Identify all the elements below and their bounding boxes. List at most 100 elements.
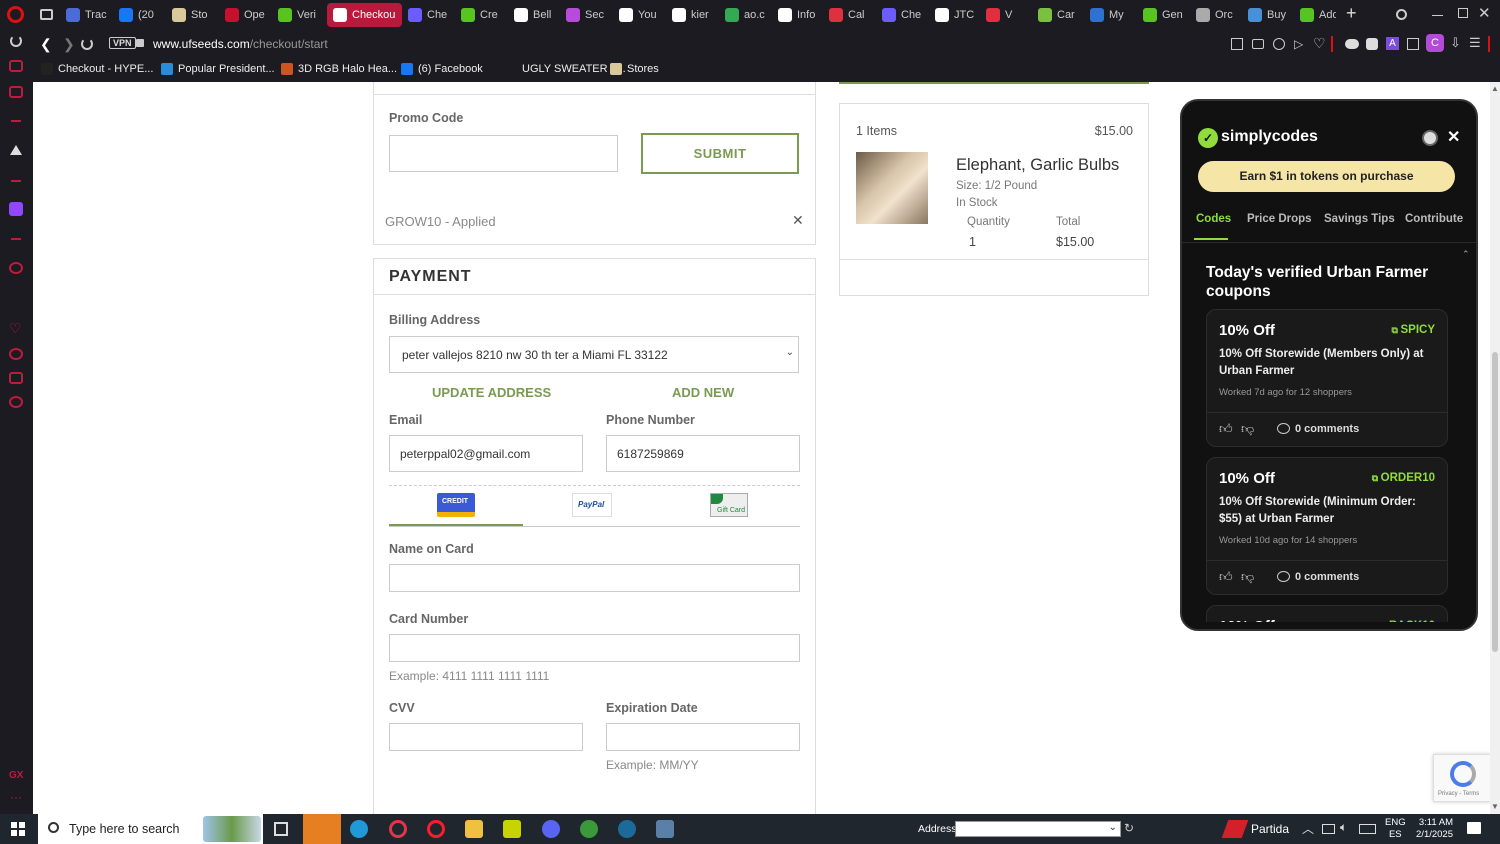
chevron-down-icon[interactable]: ⌄ [1109,822,1117,833]
menu-icon[interactable]: ☰ [1469,35,1481,51]
comment-icon[interactable] [1277,423,1290,434]
browser-tab[interactable]: Cre [461,3,508,27]
send-icon[interactable]: ▷ [1294,37,1303,51]
promo-submit-button[interactable]: SUBMIT [641,133,799,174]
thumbs-down-icon[interactable]: 👎︎ [1241,569,1254,585]
browser-tab[interactable]: Checkou [327,3,402,27]
camera-icon[interactable] [1252,39,1264,49]
reload-icon[interactable] [81,38,93,50]
opera-gx-taskbar-icon[interactable] [389,820,407,838]
coupon-list-scroll-icon[interactable]: ⌃ [1462,249,1470,260]
phone-field[interactable]: 6187259869 [606,435,800,472]
close-window-button[interactable]: ✕ [1478,4,1491,22]
tab-savings-tips[interactable]: Savings Tips [1324,213,1395,225]
payment-method-gift-card[interactable]: Gift Card [710,493,748,517]
clock[interactable]: 3:11 AM 2/1/2025 [1413,817,1453,841]
address-toolbar-input[interactable]: ⌄ [955,821,1121,837]
browser-tab[interactable]: Info [778,3,823,27]
keyboard-icon[interactable] [1359,824,1376,834]
new-tab-button[interactable]: + [1346,3,1357,24]
cube-icon[interactable] [9,372,23,384]
bookmark-item[interactable]: Stores [610,63,659,75]
billing-address-select[interactable]: peter vallejos 8210 nw 30 th ter a Miami… [389,336,799,373]
promo-code-input[interactable] [389,135,618,172]
browser-tab[interactable]: (20 [119,3,166,27]
task-view-icon[interactable] [274,822,288,836]
player-icon[interactable] [9,262,23,274]
scroll-up-icon[interactable]: ▲ [1491,84,1499,93]
bookmark-item[interactable]: UGLY SWEATER P... [505,63,626,75]
refresh-sidebar-icon[interactable] [10,35,22,47]
coupon-comments[interactable]: 0 comments [1295,423,1359,435]
address-go-icon[interactable]: ↻ [1124,821,1134,835]
profile-avatar[interactable]: C [1426,34,1444,52]
taskbar-search-box[interactable]: Type here to search [38,814,263,844]
discord-icon[interactable] [542,820,560,838]
back-icon[interactable]: ❮ [40,36,52,53]
heart-icon[interactable]: ♡ [9,320,22,337]
promo-remove-icon[interactable]: ✕ [792,212,804,229]
edge-icon[interactable] [350,820,368,838]
network-icon[interactable] [1322,824,1335,834]
tab-contribute[interactable]: Contribute [1405,213,1463,225]
forward-icon[interactable]: ❯ [63,36,75,53]
recaptcha-badge[interactable]: Privacy - Terms [1433,754,1490,802]
opera-menu-icon[interactable] [7,6,24,23]
product-image[interactable] [856,152,928,224]
browser-tab[interactable]: Sec [566,3,613,27]
settings-icon[interactable] [9,396,23,408]
name-on-card-field[interactable] [389,564,800,592]
comment-icon[interactable] [1277,571,1290,582]
update-address-link[interactable]: UPDATE ADDRESS [432,385,551,400]
weather-text[interactable]: Partida [1251,822,1289,836]
coupon-code[interactable]: ⧉ ORDER10 [1372,472,1435,484]
gx-icon[interactable]: GX [9,770,23,781]
vpn-badge[interactable]: VPN [109,37,136,49]
browser-tab[interactable]: Cal [829,3,876,27]
thumbs-up-icon[interactable]: 👍︎ [1219,421,1233,437]
browser-tab[interactable]: Che [882,3,929,27]
maximize-button[interactable] [1458,8,1468,18]
payment-method-credit[interactable]: CREDIT [389,491,523,527]
page-scrollbar[interactable]: ▲ ▼ [1490,82,1500,814]
coupon-card[interactable]: 10% Off ⧉ SPICY 10% Off Storewide (Membe… [1206,309,1448,447]
email-field[interactable]: peterppal02@gmail.com [389,435,583,472]
browser-tab[interactable]: ao.c [725,3,772,27]
earn-tokens-banner[interactable]: Earn $1 in tokens on purchase [1198,161,1455,192]
product-name[interactable]: Elephant, Garlic Bulbs [956,156,1119,175]
thumbs-down-icon[interactable]: 👎︎ [1241,421,1254,437]
add-new-address-link[interactable]: ADD NEW [672,385,734,400]
payment-method-paypal[interactable]: PayPal [572,493,612,517]
cvv-field[interactable] [389,723,583,751]
language-indicator[interactable]: ENG ES [1385,817,1406,841]
user-account-icon[interactable] [1422,130,1438,146]
cube-extension-icon[interactable] [1407,38,1419,50]
browser-tab[interactable]: Ope [225,3,272,27]
file-explorer-icon[interactable] [465,820,483,838]
calculator-icon[interactable] [656,820,674,838]
bookmark-item[interactable]: Popular President... [161,63,275,75]
browser-tab[interactable]: Sto [172,3,219,27]
notifications-icon[interactable] [1467,822,1481,834]
browser-tab[interactable]: Che [408,3,455,27]
tab-price-drops[interactable]: Price Drops [1247,213,1312,225]
search-tabs-icon[interactable] [1396,9,1407,20]
windows-start-icon[interactable] [11,822,25,836]
coupon-card[interactable]: 10% Off ⧉ ORDER10 10% Off Storewide (Min… [1206,457,1448,595]
bookmark-item[interactable]: 3D RGB Halo Hea... [281,63,397,75]
browser-tab[interactable]: You [619,3,666,27]
bookmark-item[interactable]: (6) Facebook [401,63,483,75]
recaptcha-links[interactable]: Privacy - Terms [1438,791,1479,797]
heart-outline-icon[interactable]: ♡ [1313,35,1326,52]
browser-tab[interactable]: Add [1300,3,1336,27]
triangle-app-icon[interactable] [10,145,22,155]
browser-tab[interactable]: kier [672,3,719,27]
weather-icon[interactable] [1221,820,1249,838]
url-field[interactable]: www.ufseeds.com/checkout/start [153,37,328,51]
browser-tab[interactable]: Buy [1248,3,1294,27]
shield-icon[interactable] [1273,38,1285,50]
robot-extension-icon[interactable] [1366,38,1378,50]
browser-tab[interactable]: My [1090,3,1137,27]
card-number-field[interactable] [389,634,800,662]
browser-tab[interactable]: Veri [278,3,321,27]
